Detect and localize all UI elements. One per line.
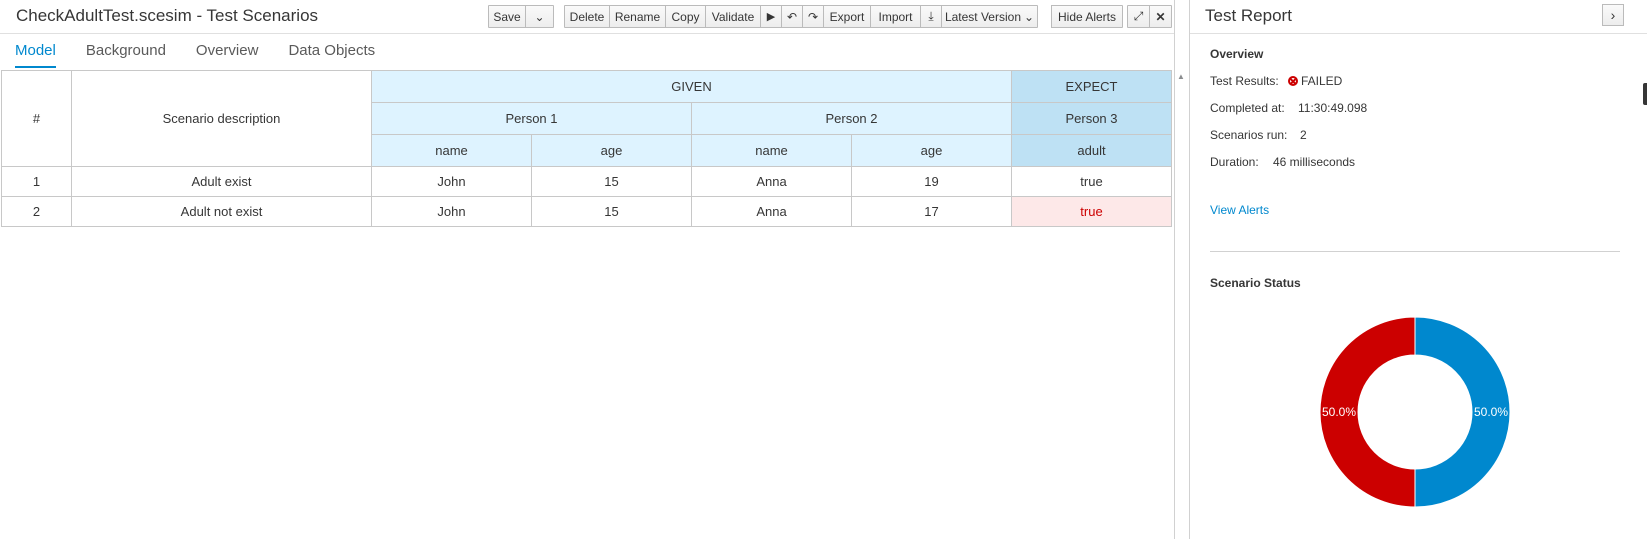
row-index[interactable]: 2 (1, 196, 72, 227)
scenario-grid: # Scenario description GIVEN EXPECT Pers… (1, 70, 1172, 227)
duration-value: 46 milliseconds (1273, 155, 1356, 169)
save-group: Save ⌄ (488, 5, 554, 28)
table-row[interactable]: 1 Adult exist John 15 Anna 19 true (1, 166, 1172, 197)
import-button[interactable]: Import (870, 5, 921, 28)
table-row[interactable]: 2 Adult not exist John 15 Anna 17 true (1, 196, 1172, 227)
test-report-panel: Test Report › Overview Test Results: FAI… (1189, 0, 1647, 539)
hide-alerts-button[interactable]: Hide Alerts (1051, 5, 1123, 28)
header-given[interactable]: GIVEN (371, 70, 1012, 103)
header-property-name[interactable]: name (691, 134, 852, 167)
chevron-down-icon: ⌄ (1024, 9, 1035, 24)
export-button[interactable]: Export (823, 5, 871, 28)
report-title: Test Report (1205, 6, 1292, 25)
undo-icon: ↶ (786, 9, 798, 24)
header-expect[interactable]: EXPECT (1011, 70, 1172, 103)
grid-cell[interactable]: 19 (851, 166, 1012, 197)
header-instance-person-3[interactable]: Person 3 (1011, 102, 1172, 135)
maximize-button[interactable]: ⤢ (1127, 5, 1150, 28)
header-property-adult[interactable]: adult (1011, 134, 1172, 167)
header-instance-person-2[interactable]: Person 2 (691, 102, 1012, 135)
close-button[interactable]: ✕ (1149, 5, 1172, 28)
grid-cell[interactable]: Anna (691, 166, 852, 197)
header-instance-person-1[interactable]: Person 1 (371, 102, 692, 135)
header-property-name[interactable]: name (371, 134, 532, 167)
delete-button[interactable]: Delete (564, 5, 610, 28)
rename-button[interactable]: Rename (609, 5, 666, 28)
slice-label: 50.0% (1474, 405, 1508, 419)
header-index[interactable]: # (1, 70, 72, 167)
header-property-age[interactable]: age (851, 134, 1012, 167)
scenarios-run-label: Scenarios run: (1210, 128, 1288, 142)
panel-edge-handle[interactable] (1643, 83, 1647, 105)
grid-cell[interactable]: 17 (851, 196, 1012, 227)
report-header-divider (1190, 33, 1647, 34)
header-property-age[interactable]: age (531, 134, 692, 167)
download-icon: ⤓ (928, 9, 934, 23)
test-results-status: FAILED (1301, 74, 1343, 88)
grid-scrollbar[interactable]: ▲ (1175, 70, 1187, 539)
grid-cell[interactable]: John (371, 196, 532, 227)
test-results-label: Test Results: (1210, 74, 1279, 88)
tab-overview[interactable]: Overview (181, 34, 274, 68)
slice-label: 50.0% (1322, 405, 1356, 419)
tab-background[interactable]: Background (71, 34, 181, 68)
scenario-editor: CheckAdultTest.scesim - Test Scenarios S… (0, 0, 1185, 539)
editor-title: CheckAdultTest.scesim - Test Scenarios (16, 6, 319, 25)
completed-at-value: 11:30:49.098 (1298, 101, 1368, 115)
download-button[interactable]: ⤓ (920, 5, 942, 28)
row-index[interactable]: 1 (1, 166, 72, 197)
test-results-value: FAILED (1288, 74, 1342, 88)
expect-cell[interactable]: true (1011, 166, 1172, 197)
edit-toolbar-group: Delete Rename Copy Validate ▶ ↶ ↷ Export… (564, 5, 1038, 28)
window-controls: ⤢ ✕ (1127, 5, 1172, 28)
grid-cell[interactable]: Anna (691, 196, 852, 227)
validate-button[interactable]: Validate (705, 5, 761, 28)
scenarios-run-value: 2 (1300, 128, 1307, 142)
latest-version-label: Latest Version (944, 9, 1021, 24)
tab-model[interactable]: Model (0, 34, 71, 68)
latest-version-dropdown[interactable]: Latest Version ⌄ (941, 5, 1038, 28)
close-icon: ✕ (1155, 9, 1166, 24)
scroll-up-icon[interactable]: ▲ (1177, 72, 1185, 81)
duration-label: Duration: (1210, 155, 1259, 169)
save-button[interactable]: Save (488, 5, 526, 28)
completed-at-label: Completed at: (1210, 101, 1285, 115)
overview-heading: Overview (1210, 47, 1264, 61)
scenario-status-chart: 50.0% 50.0% (1319, 316, 1511, 508)
collapse-report-button[interactable]: › (1602, 4, 1624, 26)
grid-cell[interactable]: 15 (531, 196, 692, 227)
run-button[interactable]: ▶ (760, 5, 782, 28)
save-dropdown-button[interactable]: ⌄ (525, 5, 554, 28)
row-description[interactable]: Adult not exist (71, 196, 372, 227)
play-icon: ▶ (766, 11, 776, 23)
error-circle-icon (1288, 76, 1298, 86)
grid-cell[interactable]: 15 (531, 166, 692, 197)
editor-tabs: Model Background Overview Data Objects (0, 34, 390, 70)
row-description[interactable]: Adult exist (71, 166, 372, 197)
alerts-group: Hide Alerts (1051, 5, 1123, 28)
redo-button[interactable]: ↷ (802, 5, 824, 28)
grid-cell[interactable]: John (371, 166, 532, 197)
view-alerts-link[interactable]: View Alerts (1210, 203, 1269, 217)
tab-data-objects[interactable]: Data Objects (273, 34, 390, 68)
header-scenario-description[interactable]: Scenario description (71, 70, 372, 167)
copy-button[interactable]: Copy (665, 5, 706, 28)
chevron-right-icon: › (1610, 7, 1616, 23)
report-separator (1210, 251, 1620, 252)
expect-cell-failed[interactable]: true (1011, 196, 1172, 227)
undo-button[interactable]: ↶ (781, 5, 803, 28)
redo-icon: ↷ (807, 9, 819, 24)
chevron-down-icon: ⌄ (534, 9, 545, 24)
expand-icon: ⤢ (1133, 9, 1144, 23)
